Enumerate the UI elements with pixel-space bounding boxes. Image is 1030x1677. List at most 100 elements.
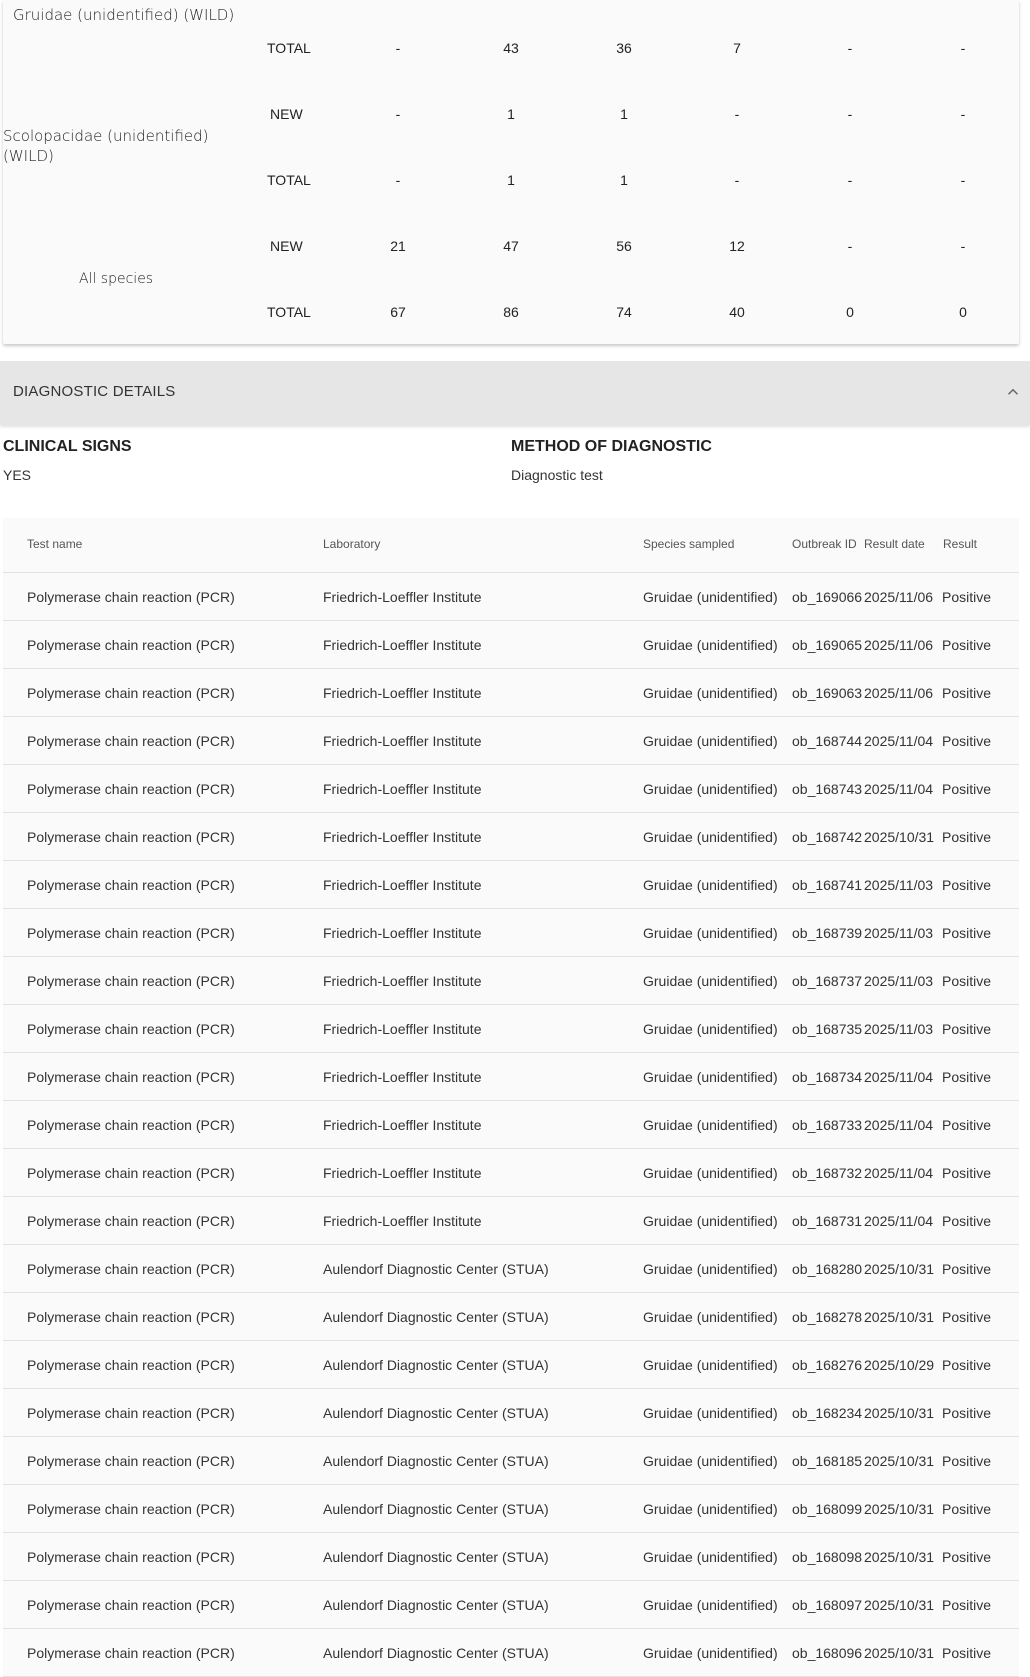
outbreak-id-cell: ob_168733 xyxy=(792,1117,863,1133)
test-name-cell: Polymerase chain reaction (PCR) xyxy=(27,877,235,893)
test-name-cell: Polymerase chain reaction (PCR) xyxy=(27,1597,235,1613)
species-cell: Gruidae (unidentified) xyxy=(643,1501,778,1517)
laboratory-cell: Friedrich-Loeffler Institute xyxy=(323,1213,482,1229)
test-name-cell: Polymerase chain reaction (PCR) xyxy=(27,1309,235,1325)
laboratory-cell: Aulendorf Diagnostic Center (STUA) xyxy=(323,1309,549,1325)
summary-value: - xyxy=(395,40,401,56)
table-body: Polymerase chain reaction (PCR) Friedric… xyxy=(3,573,1019,1677)
species-cell: Gruidae (unidentified) xyxy=(643,925,778,941)
species-summary-table: Gruidae (unidentified) (WILD) TOTAL - 43… xyxy=(3,0,1019,344)
outbreak-id-cell: ob_168737 xyxy=(792,973,863,989)
laboratory-cell: Aulendorf Diagnostic Center (STUA) xyxy=(323,1645,549,1661)
clinical-signs-label: CLINICAL SIGNS xyxy=(3,438,132,455)
column-header-result[interactable]: Result xyxy=(943,537,977,551)
laboratory-cell: Friedrich-Loeffler Institute xyxy=(323,685,482,701)
test-name-cell: Polymerase chain reaction (PCR) xyxy=(27,925,235,941)
summary-row: TOTAL 67 86 74 40 0 0 xyxy=(3,304,1019,326)
laboratory-cell: Friedrich-Loeffler Institute xyxy=(323,589,482,605)
summary-value: 67 xyxy=(390,304,406,320)
species-cell: Gruidae (unidentified) xyxy=(643,733,778,749)
table-row: Polymerase chain reaction (PCR) Friedric… xyxy=(3,861,1019,909)
laboratory-cell: Friedrich-Loeffler Institute xyxy=(323,637,482,653)
result-cell: Positive xyxy=(942,733,992,749)
chevron-up-icon[interactable] xyxy=(1004,383,1022,401)
test-name-cell: Polymerase chain reaction (PCR) xyxy=(27,1405,235,1421)
species-name: Scolopacidae (unidentified) (WILD) xyxy=(3,127,209,165)
row-type: NEW xyxy=(270,238,303,254)
summary-value: - xyxy=(395,172,401,188)
result-date-cell: 2025/10/31 xyxy=(864,829,935,845)
column-header-result-date[interactable]: Result date xyxy=(864,537,925,551)
summary-value: 56 xyxy=(616,238,632,254)
species-cell: Gruidae (unidentified) xyxy=(643,589,778,605)
species-cell: Gruidae (unidentified) xyxy=(643,829,778,845)
laboratory-cell: Aulendorf Diagnostic Center (STUA) xyxy=(323,1357,549,1373)
result-date-cell: 2025/11/04 xyxy=(864,1213,934,1229)
summary-value: - xyxy=(847,172,853,188)
outbreak-id-cell: ob_169066 xyxy=(792,589,863,605)
table-row: Polymerase chain reaction (PCR) Friedric… xyxy=(3,957,1019,1005)
table-row: Polymerase chain reaction (PCR) Friedric… xyxy=(3,621,1019,669)
species-cell: Gruidae (unidentified) xyxy=(643,1117,778,1133)
outbreak-id-cell: ob_168280 xyxy=(792,1261,863,1277)
result-cell: Positive xyxy=(942,1405,992,1421)
diagnostic-details-header[interactable]: DIAGNOSTIC DETAILS xyxy=(0,361,1030,425)
table-row: Polymerase chain reaction (PCR) Aulendor… xyxy=(3,1581,1019,1629)
summary-value: 36 xyxy=(616,40,632,56)
laboratory-cell: Friedrich-Loeffler Institute xyxy=(323,1165,482,1181)
result-date-cell: 2025/11/04 xyxy=(864,781,934,797)
summary-value: 43 xyxy=(503,40,519,56)
result-date-cell: 2025/10/29 xyxy=(864,1357,935,1373)
test-name-cell: Polymerase chain reaction (PCR) xyxy=(27,1549,235,1565)
column-header-laboratory[interactable]: Laboratory xyxy=(323,537,380,551)
laboratory-cell: Aulendorf Diagnostic Center (STUA) xyxy=(323,1453,549,1469)
test-name-cell: Polymerase chain reaction (PCR) xyxy=(27,1165,235,1181)
table-row: Polymerase chain reaction (PCR) Friedric… xyxy=(3,765,1019,813)
table-row: Polymerase chain reaction (PCR) Friedric… xyxy=(3,1101,1019,1149)
summary-value: - xyxy=(395,106,401,122)
laboratory-cell: Aulendorf Diagnostic Center (STUA) xyxy=(323,1261,549,1277)
result-date-cell: 2025/11/04 xyxy=(864,1165,934,1181)
test-name-cell: Polymerase chain reaction (PCR) xyxy=(27,1453,235,1469)
outbreak-id-cell: ob_169063 xyxy=(792,685,863,701)
result-cell: Positive xyxy=(942,1069,992,1085)
result-date-cell: 2025/11/03 xyxy=(864,877,934,893)
column-header-outbreak-id[interactable]: Outbreak ID xyxy=(792,537,857,551)
laboratory-cell: Friedrich-Loeffler Institute xyxy=(323,781,482,797)
laboratory-cell: Friedrich-Loeffler Institute xyxy=(323,877,482,893)
column-header-species[interactable]: Species sampled xyxy=(643,537,734,551)
result-date-cell: 2025/10/31 xyxy=(864,1501,935,1517)
test-name-cell: Polymerase chain reaction (PCR) xyxy=(27,1645,235,1661)
test-name-cell: Polymerase chain reaction (PCR) xyxy=(27,589,235,605)
result-date-cell: 2025/11/04 xyxy=(864,733,934,749)
species-cell: Gruidae (unidentified) xyxy=(643,1645,778,1661)
result-date-cell: 2025/10/31 xyxy=(864,1645,935,1661)
summary-value: - xyxy=(847,238,853,254)
result-cell: Positive xyxy=(942,829,992,845)
result-cell: Positive xyxy=(942,685,992,701)
summary-value: - xyxy=(960,106,966,122)
species-cell: Gruidae (unidentified) xyxy=(643,781,778,797)
table-row: Polymerase chain reaction (PCR) Aulendor… xyxy=(3,1533,1019,1581)
summary-value: 0 xyxy=(959,304,967,320)
laboratory-cell: Aulendorf Diagnostic Center (STUA) xyxy=(323,1501,549,1517)
column-header-test-name[interactable]: Test name xyxy=(27,537,82,551)
species-name: All species xyxy=(79,271,154,287)
table-row: Polymerase chain reaction (PCR) Friedric… xyxy=(3,717,1019,765)
result-cell: Positive xyxy=(942,877,992,893)
table-row: Polymerase chain reaction (PCR) Aulendor… xyxy=(3,1341,1019,1389)
table-row: Polymerase chain reaction (PCR) Friedric… xyxy=(3,1005,1019,1053)
result-date-cell: 2025/11/03 xyxy=(864,973,934,989)
species-cell: Gruidae (unidentified) xyxy=(643,1453,778,1469)
result-cell: Positive xyxy=(942,1357,992,1373)
method-of-diagnostic: METHOD OF DIAGNOSTIC Diagnostic test xyxy=(511,438,712,483)
laboratory-cell: Friedrich-Loeffler Institute xyxy=(323,733,482,749)
outbreak-id-cell: ob_168278 xyxy=(792,1309,863,1325)
summary-value: 86 xyxy=(503,304,519,320)
outbreak-id-cell: ob_168098 xyxy=(792,1549,863,1565)
table-row: Polymerase chain reaction (PCR) Friedric… xyxy=(3,1149,1019,1197)
row-type: TOTAL xyxy=(267,172,311,188)
test-name-cell: Polymerase chain reaction (PCR) xyxy=(27,1501,235,1517)
result-date-cell: 2025/11/06 xyxy=(864,637,934,653)
test-name-cell: Polymerase chain reaction (PCR) xyxy=(27,1021,235,1037)
